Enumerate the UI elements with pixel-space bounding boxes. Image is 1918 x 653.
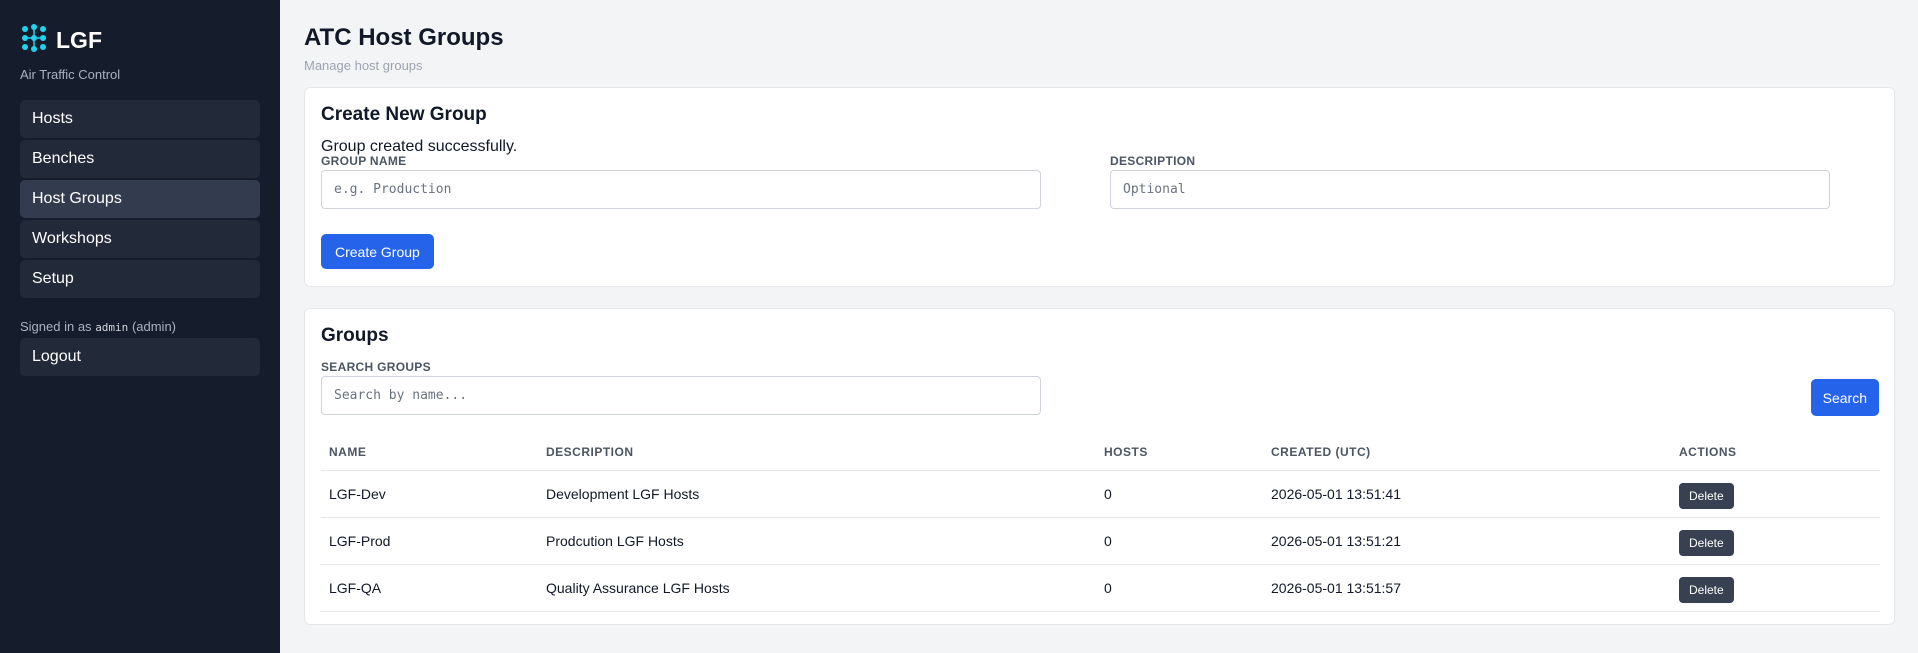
group-created-cell: 2026-05-01 13:51:57: [1263, 564, 1671, 612]
group-actions-cell: Delete: [1671, 564, 1880, 612]
group-actions-cell: Delete: [1671, 470, 1880, 518]
column-header-hosts: HOSTS: [1096, 434, 1263, 471]
column-header-actions: ACTIONS: [1671, 434, 1880, 471]
group-name-label: GROUP NAME: [321, 154, 407, 168]
column-header-name: NAME: [321, 434, 538, 471]
table-row: LGF-QA Quality Assurance LGF Hosts 0 202…: [321, 564, 1880, 612]
group-name-field-group: GROUP NAME: [321, 154, 1041, 209]
sidebar-item-benches[interactable]: Benches: [20, 140, 260, 178]
group-hosts-cell: 0: [1096, 517, 1263, 565]
brand-title: LGF: [56, 27, 102, 53]
page-title: ATC Host Groups: [304, 24, 504, 51]
sidebar-nav: Hosts Benches Host Groups Workshops Setu…: [20, 100, 260, 298]
sidebar-item-workshops[interactable]: Workshops: [20, 220, 260, 258]
group-description-cell: Prodcution LGF Hosts: [538, 517, 1096, 565]
delete-button[interactable]: Delete: [1679, 576, 1734, 603]
description-label: DESCRIPTION: [1110, 154, 1196, 168]
table-header-row: NAME DESCRIPTION HOSTS CREATED (UTC) ACT…: [321, 434, 1880, 471]
group-created-cell: 2026-05-01 13:51:21: [1263, 517, 1671, 565]
group-hosts-cell: 0: [1096, 564, 1263, 612]
signed-in-prefix: Signed in as: [20, 319, 92, 334]
sidebar-item-setup[interactable]: Setup: [20, 260, 260, 298]
delete-button[interactable]: Delete: [1679, 529, 1734, 556]
group-name-cell: LGF-QA: [321, 564, 538, 612]
signed-in-status: Signed in as admin (admin): [20, 319, 260, 334]
search-field-group: SEARCH GROUPS: [321, 360, 1041, 415]
create-group-card: Create New Group Group created successfu…: [304, 87, 1895, 287]
brand: LGF: [20, 24, 260, 57]
delete-button[interactable]: Delete: [1679, 482, 1734, 509]
network-nodes-icon: [20, 24, 48, 57]
table-row: LGF-Dev Development LGF Hosts 0 2026-05-…: [321, 470, 1880, 518]
groups-table: NAME DESCRIPTION HOSTS CREATED (UTC) ACT…: [321, 434, 1880, 612]
sidebar-item-host-groups[interactable]: Host Groups: [20, 180, 260, 218]
group-description-cell: Quality Assurance LGF Hosts: [538, 564, 1096, 612]
group-created-cell: 2026-05-01 13:51:41: [1263, 470, 1671, 518]
create-group-title: Create New Group: [321, 104, 487, 125]
groups-title: Groups: [321, 325, 389, 346]
signed-in-role: (admin): [131, 319, 177, 334]
main-content: ATC Host Groups Manage host groups Creat…: [280, 0, 1918, 625]
group-hosts-cell: 0: [1096, 470, 1263, 518]
signed-in-username: admin: [95, 321, 129, 334]
group-name-cell: LGF-Prod: [321, 517, 538, 565]
table-row: LGF-Prod Prodcution LGF Hosts 0 2026-05-…: [321, 517, 1880, 565]
create-group-button[interactable]: Create Group: [321, 234, 434, 269]
group-name-input[interactable]: [321, 170, 1041, 209]
page-subtitle: Manage host groups: [304, 58, 423, 73]
group-name-cell: LGF-Dev: [321, 470, 538, 518]
logout-button[interactable]: Logout: [20, 338, 260, 376]
sidebar: LGF Air Traffic Control Hosts Benches Ho…: [0, 0, 280, 653]
column-header-description: DESCRIPTION: [538, 434, 1096, 471]
search-input[interactable]: [321, 376, 1041, 415]
brand-subtitle: Air Traffic Control: [20, 67, 121, 82]
search-label: SEARCH GROUPS: [321, 360, 431, 374]
column-header-created: CREATED (UTC): [1263, 434, 1671, 471]
group-description-cell: Development LGF Hosts: [538, 470, 1096, 518]
groups-card: Groups SEARCH GROUPS Search NAME DESCRIP…: [304, 308, 1895, 625]
description-input[interactable]: [1110, 170, 1830, 209]
search-button[interactable]: Search: [1810, 379, 1879, 416]
group-actions-cell: Delete: [1671, 517, 1880, 565]
description-field-group: DESCRIPTION: [1110, 154, 1830, 209]
sidebar-item-hosts[interactable]: Hosts: [20, 100, 260, 138]
